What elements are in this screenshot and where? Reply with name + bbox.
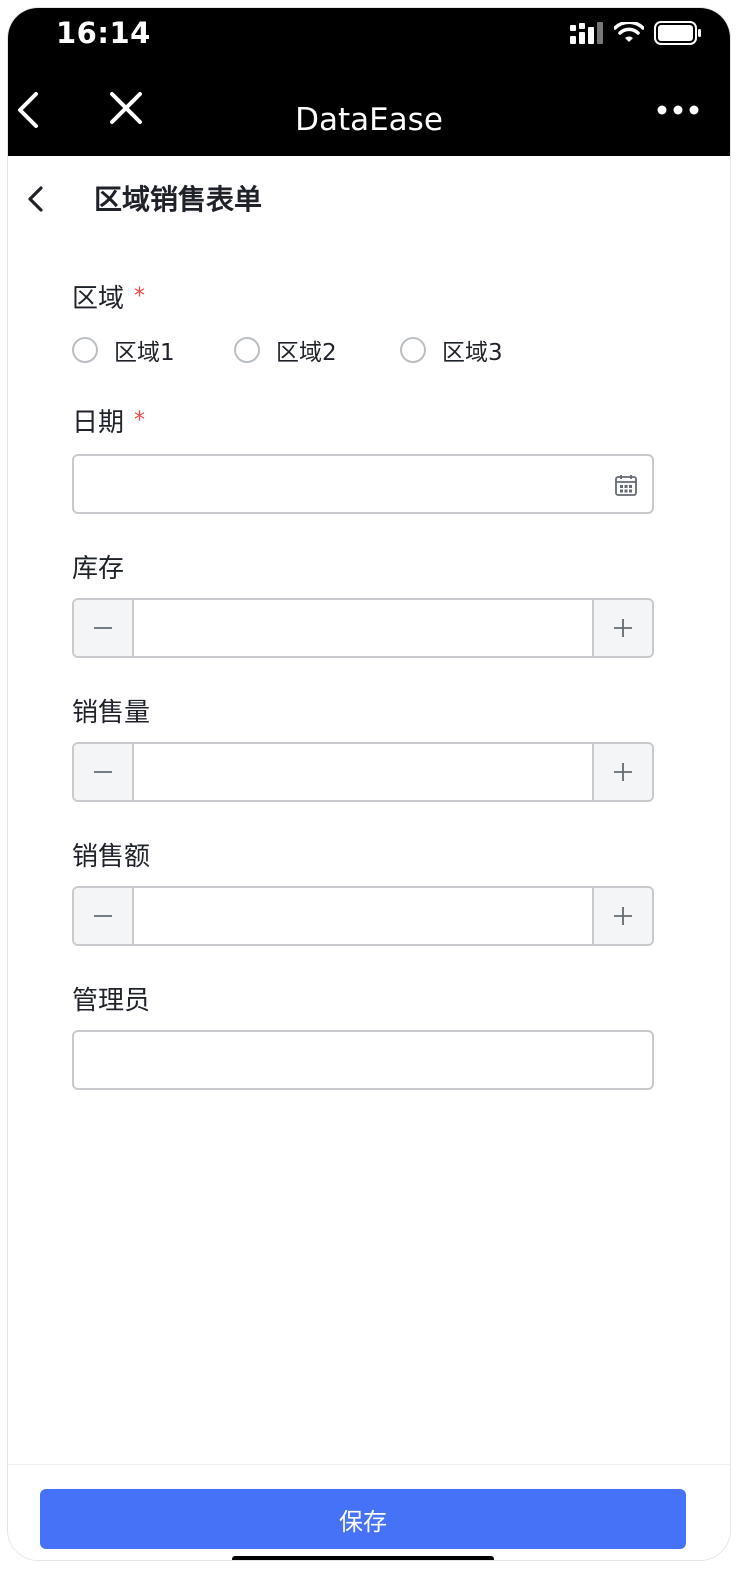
radio-circle[interactable] bbox=[400, 337, 426, 363]
radio-label: 区域1 bbox=[114, 340, 175, 366]
sales-amount-stepper bbox=[72, 886, 654, 946]
decrement-button[interactable] bbox=[74, 888, 134, 944]
increment-button[interactable] bbox=[592, 888, 652, 944]
plus-icon bbox=[614, 763, 632, 781]
region-label: 区域 * bbox=[72, 278, 145, 315]
sales-amount-label: 销售额 bbox=[72, 842, 151, 872]
manager-input[interactable] bbox=[72, 1030, 654, 1090]
sales-volume-input[interactable] bbox=[134, 744, 592, 800]
minus-icon bbox=[94, 771, 112, 773]
battery-icon bbox=[654, 21, 701, 45]
back-icon[interactable] bbox=[22, 184, 52, 214]
inventory-stepper bbox=[72, 598, 654, 658]
bottom-action-bar: 保存 bbox=[8, 1464, 730, 1560]
phone-screen: 16:14 DataEase 区域销售表单 区域 * 区域1 区域2 区域3 日… bbox=[8, 8, 730, 1560]
region-label-text: 区域 bbox=[72, 284, 125, 314]
manager-label: 管理员 bbox=[72, 986, 151, 1016]
plus-icon bbox=[614, 907, 632, 925]
required-mark: * bbox=[134, 284, 146, 309]
status-icons bbox=[570, 18, 702, 48]
wifi-icon bbox=[614, 22, 644, 42]
date-label: 日期 * bbox=[72, 402, 145, 439]
inventory-label: 库存 bbox=[72, 554, 125, 584]
region-radio-group: 区域1 区域2 区域3 bbox=[72, 333, 654, 367]
region-option-2[interactable]: 区域2 bbox=[234, 333, 337, 367]
nav-title: DataEase bbox=[295, 102, 443, 138]
decrement-button[interactable] bbox=[74, 744, 134, 800]
radio-label: 区域3 bbox=[442, 340, 503, 366]
minus-icon bbox=[94, 915, 112, 917]
date-label-text: 日期 bbox=[72, 408, 125, 438]
signal-icon bbox=[570, 22, 603, 44]
home-indicator bbox=[232, 1556, 494, 1560]
save-button[interactable]: 保存 bbox=[40, 1489, 686, 1549]
radio-circle[interactable] bbox=[234, 337, 260, 363]
radio-label: 区域2 bbox=[276, 340, 337, 366]
minus-icon bbox=[94, 627, 112, 629]
page-title: 区域销售表单 bbox=[94, 183, 263, 216]
required-mark: * bbox=[134, 408, 146, 433]
status-bar: 16:14 bbox=[8, 8, 730, 64]
more-icon[interactable] bbox=[656, 104, 700, 116]
radio-circle[interactable] bbox=[72, 337, 98, 363]
nav-bar: DataEase bbox=[8, 64, 730, 156]
sales-amount-input[interactable] bbox=[134, 888, 592, 944]
inventory-input[interactable] bbox=[134, 600, 592, 656]
plus-icon bbox=[614, 619, 632, 637]
sales-volume-stepper bbox=[72, 742, 654, 802]
decrement-button[interactable] bbox=[74, 600, 134, 656]
increment-button[interactable] bbox=[592, 600, 652, 656]
status-time: 16:14 bbox=[56, 16, 151, 50]
calendar-icon[interactable] bbox=[614, 473, 638, 497]
page-header: 区域销售表单 bbox=[8, 156, 730, 242]
sales-volume-label: 销售量 bbox=[72, 698, 151, 728]
region-option-3[interactable]: 区域3 bbox=[400, 333, 503, 367]
increment-button[interactable] bbox=[592, 744, 652, 800]
region-option-1[interactable]: 区域1 bbox=[72, 333, 175, 367]
date-picker-field[interactable] bbox=[72, 454, 654, 514]
